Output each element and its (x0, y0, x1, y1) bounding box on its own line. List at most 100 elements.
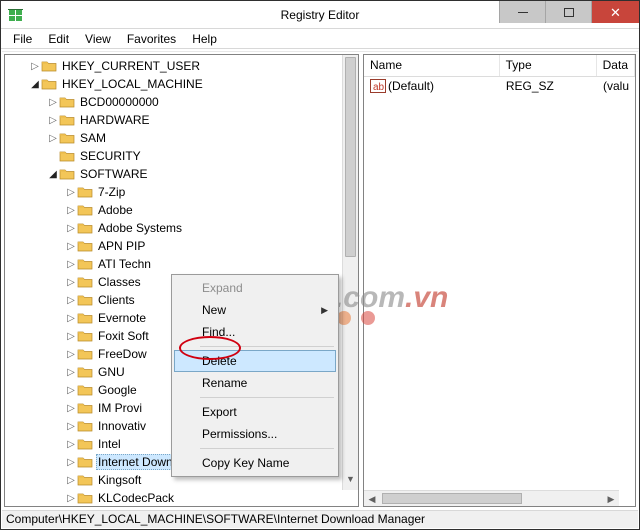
menu-favorites[interactable]: Favorites (119, 30, 184, 48)
tree-node-label: Classes (96, 275, 143, 289)
ctx-separator (200, 346, 334, 347)
maximize-button[interactable] (545, 1, 591, 23)
tree-node-label: Google (96, 383, 139, 397)
folder-icon (59, 149, 75, 163)
folder-icon (59, 167, 75, 181)
collapse-icon[interactable]: ◢ (47, 169, 59, 180)
tree-node[interactable]: ◢ HKEY_LOCAL_MACHINE (5, 75, 358, 93)
value-row[interactable]: ab (Default) REG_SZ (valu (364, 77, 635, 95)
expand-icon[interactable]: ▷ (65, 295, 77, 306)
expand-icon[interactable]: ▷ (65, 205, 77, 216)
expand-icon[interactable]: ▷ (47, 133, 59, 144)
value-name: (Default) (388, 79, 434, 93)
tree-node-label: Adobe Systems (96, 221, 184, 235)
ctx-delete[interactable]: Delete (174, 350, 336, 372)
tree-node[interactable]: ▷HKEY_CURRENT_USER (5, 57, 358, 75)
expand-icon[interactable]: ▷ (65, 421, 77, 432)
values-pane[interactable]: Name Type Data ab (Default) REG_SZ (valu… (363, 54, 636, 507)
folder-icon (77, 437, 93, 451)
expand-icon[interactable]: ▷ (65, 385, 77, 396)
expand-icon[interactable]: ▷ (65, 277, 77, 288)
expand-icon[interactable]: ▷ (65, 223, 77, 234)
folder-icon (77, 275, 93, 289)
expand-icon[interactable]: ▷ (65, 349, 77, 360)
folder-icon (77, 329, 93, 343)
tree-node[interactable]: ▷ APN PIP (5, 237, 358, 255)
expand-icon[interactable]: ▷ (65, 313, 77, 324)
tree-node-label: FreeDow (96, 347, 149, 361)
svg-text:ab: ab (373, 82, 385, 93)
ctx-expand[interactable]: Expand (174, 277, 336, 299)
scroll-down-arrow[interactable]: ▼ (343, 474, 358, 490)
col-name[interactable]: Name (364, 55, 500, 76)
minimize-button[interactable] (499, 1, 545, 23)
col-type[interactable]: Type (500, 55, 597, 76)
menu-help[interactable]: Help (184, 30, 225, 48)
tree-node-label: HKEY_LOCAL_MACHINE (60, 77, 205, 91)
value-type: REG_SZ (500, 79, 597, 93)
folder-icon (77, 401, 93, 415)
tree-node[interactable]: ▷BCD00000000 (5, 93, 358, 111)
tree-node[interactable]: ◢SOFTWARE (5, 165, 358, 183)
scroll-left-arrow[interactable]: ◀ (364, 491, 380, 506)
scroll-thumb[interactable] (345, 57, 356, 257)
expand-icon[interactable]: ▷ (29, 61, 41, 72)
close-button[interactable]: ✕ (591, 1, 639, 23)
expand-icon[interactable]: ▷ (65, 241, 77, 252)
folder-icon (59, 113, 75, 127)
tree-node[interactable]: ▷SAM (5, 129, 358, 147)
ctx-export[interactable]: Export (174, 401, 336, 423)
expand-icon[interactable]: ▷ (47, 97, 59, 108)
folder-icon (77, 473, 93, 487)
ctx-copy-key-name[interactable]: Copy Key Name (174, 452, 336, 474)
tree-node-label: ATI Techn (96, 257, 153, 271)
tree-node-label: Kingsoft (96, 473, 143, 487)
hscroll-thumb[interactable] (382, 493, 522, 504)
menu-bar: File Edit View Favorites Help (1, 29, 639, 49)
folder-icon (77, 239, 93, 253)
expand-icon[interactable]: ▷ (65, 439, 77, 450)
expand-icon[interactable]: ▷ (65, 187, 77, 198)
tree-node[interactable]: SECURITY (5, 147, 358, 165)
tree-node[interactable]: ▷ Adobe (5, 201, 358, 219)
expand-icon[interactable]: ▷ (65, 457, 77, 468)
tree-node[interactable]: ▷ ATI Techn (5, 255, 358, 273)
expand-icon[interactable]: ▷ (47, 115, 59, 126)
menu-edit[interactable]: Edit (40, 30, 77, 48)
tree-node-label: APN PIP (96, 239, 147, 253)
tree-node-label: GNU (96, 365, 127, 379)
folder-icon (41, 77, 57, 91)
regedit-icon (7, 6, 25, 24)
ctx-new[interactable]: New▶ (174, 299, 336, 321)
tree-node[interactable]: ▷ Adobe Systems (5, 219, 358, 237)
ctx-find[interactable]: Find... (174, 321, 336, 343)
tree-node[interactable]: ▷KLCodecPack (5, 489, 358, 507)
menu-view[interactable]: View (77, 30, 119, 48)
folder-icon (77, 311, 93, 325)
horizontal-scrollbar[interactable]: ◀ ▶ (364, 490, 619, 506)
expand-icon[interactable]: ▷ (65, 403, 77, 414)
vertical-scrollbar[interactable]: ▲ ▼ (342, 55, 358, 490)
folder-icon (77, 203, 93, 217)
tree-node-label: Adobe (96, 203, 135, 217)
col-data[interactable]: Data (597, 55, 635, 76)
folder-icon (77, 347, 93, 361)
expand-icon[interactable]: ▷ (65, 259, 77, 270)
expand-icon[interactable]: ▷ (65, 475, 77, 486)
menu-file[interactable]: File (5, 30, 40, 48)
tree-node[interactable]: ▷7-Zip (5, 183, 358, 201)
tree-node-label: Evernote (96, 311, 148, 325)
scroll-right-arrow[interactable]: ▶ (603, 491, 619, 506)
tree-node[interactable]: ▷HARDWARE (5, 111, 358, 129)
collapse-icon[interactable]: ◢ (29, 79, 41, 90)
folder-icon (59, 95, 75, 109)
expand-icon[interactable]: ▷ (65, 331, 77, 342)
ctx-separator (200, 448, 334, 449)
ctx-permissions[interactable]: Permissions... (174, 423, 336, 445)
expand-icon[interactable]: ▷ (65, 367, 77, 378)
folder-icon (77, 365, 93, 379)
ctx-rename[interactable]: Rename (174, 372, 336, 394)
tree-node-label: Intel (96, 437, 123, 451)
expand-icon[interactable]: ▷ (65, 493, 77, 504)
values-header: Name Type Data (364, 55, 635, 77)
